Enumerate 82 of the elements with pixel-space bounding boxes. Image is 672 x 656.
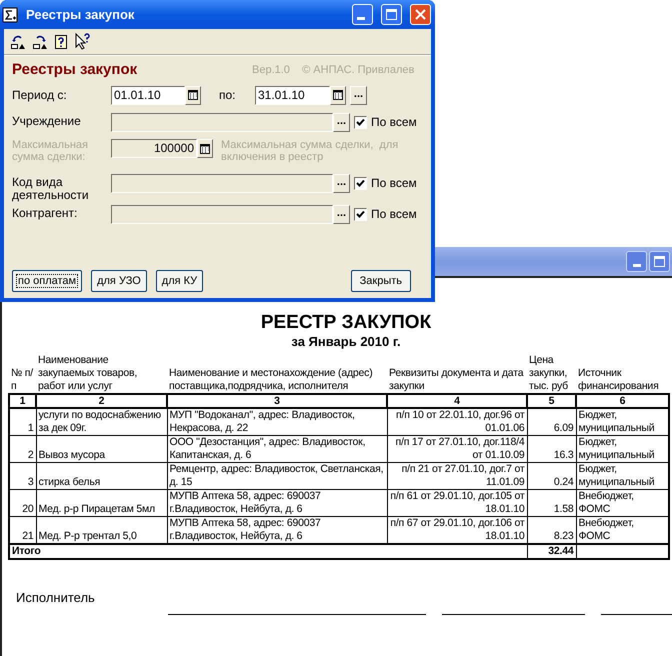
field-label: Контрагент: <box>12 205 78 220</box>
table-cell: Мед. Р-р трентал 5,0 <box>36 516 167 544</box>
window-title: Реестры закупок <box>26 6 136 24</box>
browse-button[interactable]: ... <box>333 113 350 132</box>
checkbox[interactable] <box>354 116 367 128</box>
table-cell: МУПВ Аптека 58, адрес: 690037 г.Владивосток, Нейбута, д. 6 <box>167 490 387 516</box>
table-cell: стирка белья <box>36 462 167 490</box>
total-label: Итого <box>9 544 527 559</box>
checkbox[interactable] <box>354 208 367 220</box>
checkbox-label: По всем <box>371 114 417 131</box>
field-label: Период с: <box>12 87 68 104</box>
help-icon[interactable] <box>54 34 68 50</box>
report-subtitle: за Январь 2010 г. <box>290 334 402 350</box>
column-number: 4 <box>387 394 527 408</box>
table-cell: 1.58 <box>527 490 576 516</box>
column-number: 3 <box>167 394 387 408</box>
browse-button[interactable]: ... <box>333 174 350 193</box>
browse-button[interactable]: ... <box>350 86 367 104</box>
column-header: Источник финансирования <box>576 354 669 394</box>
close-icon <box>415 9 426 20</box>
table-cell: Внебюджет, ФОМС <box>576 516 669 544</box>
table-cell: 16.3 <box>527 436 576 462</box>
table-cell: услуги по водоснабжению за дек 09г. <box>36 408 167 436</box>
lookup-field[interactable] <box>111 205 333 224</box>
date-field[interactable]: 01.01.10 <box>111 86 185 104</box>
table-cell: Внебюджет, ФОМС <box>576 490 669 516</box>
report-title: РЕЕСТР ЗАКУПОК <box>260 312 432 334</box>
app-icon <box>2 6 18 22</box>
total-value: 32.44 <box>527 544 576 559</box>
column-header: Наименование закупаемых товаров, работ или услуг <box>36 354 167 394</box>
table-cell: Ремцентр, адрес: Владивосток, Светланская, д. 15 <box>167 462 387 490</box>
table-cell: 2 <box>9 436 36 462</box>
field-label: Учреждение <box>12 113 82 128</box>
lookup-field[interactable] <box>111 113 333 132</box>
table-cell: 1 <box>9 408 36 436</box>
table-cell: ООО "Дезостанция", адрес: Владивосток, Капитанская, д. 6 <box>167 436 387 462</box>
signature-label: Исполнитель <box>16 590 96 605</box>
column-number: 5 <box>527 394 576 408</box>
form-heading: Реестры закупок <box>12 60 138 80</box>
column-header: Цена закупки, тыс. руб <box>527 354 576 394</box>
field-label: Максимальная сумма сделки: <box>12 139 89 163</box>
date-field[interactable]: 31.01.10 <box>255 86 330 104</box>
table-cell: Вывоз мусора <box>36 436 167 462</box>
table-cell: Мед. р-р Пирацетам 5мл <box>36 490 167 516</box>
version-text: Вер.1.0 © АНПАС. Привлалев <box>252 62 414 78</box>
action-button[interactable]: для УЗО <box>91 270 147 292</box>
redo-icon[interactable] <box>32 34 48 50</box>
column-number: 6 <box>576 394 669 408</box>
maximize-button[interactable] <box>649 251 670 272</box>
checkbox-label: По всем <box>371 175 417 192</box>
calendar-icon[interactable] <box>185 86 201 104</box>
action-button[interactable]: для КУ <box>156 270 204 292</box>
pointer-help-icon[interactable] <box>74 32 92 50</box>
table-cell: 20 <box>9 490 36 516</box>
close-dialog-button[interactable]: Закрыть <box>350 270 411 292</box>
column-header: Реквизиты документа и дата закупки <box>387 354 527 394</box>
table-cell: 21 <box>9 516 36 544</box>
lookup-field[interactable] <box>111 174 333 193</box>
action-button[interactable]: по оплатам <box>12 270 82 292</box>
table-cell: Бюджет, муниципальный <box>576 436 669 462</box>
table-cell: 3 <box>9 462 36 490</box>
browse-button[interactable]: ... <box>333 205 350 224</box>
minimize-button[interactable] <box>626 251 647 272</box>
calendar-icon[interactable] <box>330 86 346 104</box>
column-header: Наименование и местонахождение (адрес) поставщика,подрядчика, исполнителя <box>167 354 387 394</box>
field-label: Код вида деятельности <box>12 174 90 202</box>
undo-icon[interactable] <box>10 34 26 50</box>
close-button[interactable] <box>410 4 431 25</box>
table-cell: МУП "Водоканал", адрес: Владивосток, Некрасова, д. 22 <box>167 408 387 436</box>
column-number: 2 <box>36 394 167 408</box>
field-label: по: <box>219 87 237 104</box>
checkbox-label: По всем <box>371 206 417 223</box>
checkbox[interactable] <box>354 176 367 190</box>
table-cell: МУПВ Аптека 58, адрес: 690037 г.Владивосток, Нейбута, д. 6 <box>167 516 387 544</box>
field-note: Максимальная сумма сделки, для включения в реестр <box>221 139 400 163</box>
table-cell: 0.24 <box>527 462 576 490</box>
column-number: 1 <box>9 394 36 408</box>
table-cell: Бюджет, муниципальный <box>576 408 669 436</box>
table-cell: Бюджет, муниципальный <box>576 462 669 490</box>
column-header: № п/п <box>9 354 36 394</box>
table-cell: 6.09 <box>527 408 576 436</box>
calculator-icon[interactable] <box>197 139 213 158</box>
